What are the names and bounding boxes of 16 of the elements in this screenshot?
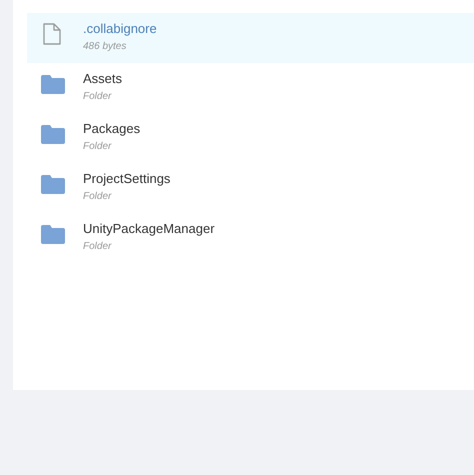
file-detail: Folder	[83, 240, 112, 254]
file-name: Packages	[83, 120, 140, 138]
folder-icon	[41, 225, 65, 244]
file-detail: Folder	[83, 190, 112, 204]
file-detail: Folder	[83, 140, 112, 154]
file-detail: 486 bytes	[83, 40, 128, 54]
document-icon	[43, 23, 61, 45]
file-name: ProjectSettings	[83, 170, 170, 188]
file-detail: Folder	[83, 90, 112, 104]
file-name: .collabignore	[83, 20, 157, 38]
file-name: Assets	[83, 70, 122, 88]
folder-icon	[41, 125, 65, 144]
folder-icon	[41, 75, 65, 94]
file-row[interactable]: .collabignore 486 bytes	[27, 13, 474, 63]
folder-icon	[41, 175, 65, 194]
file-name: UnityPackageManager	[83, 220, 215, 238]
